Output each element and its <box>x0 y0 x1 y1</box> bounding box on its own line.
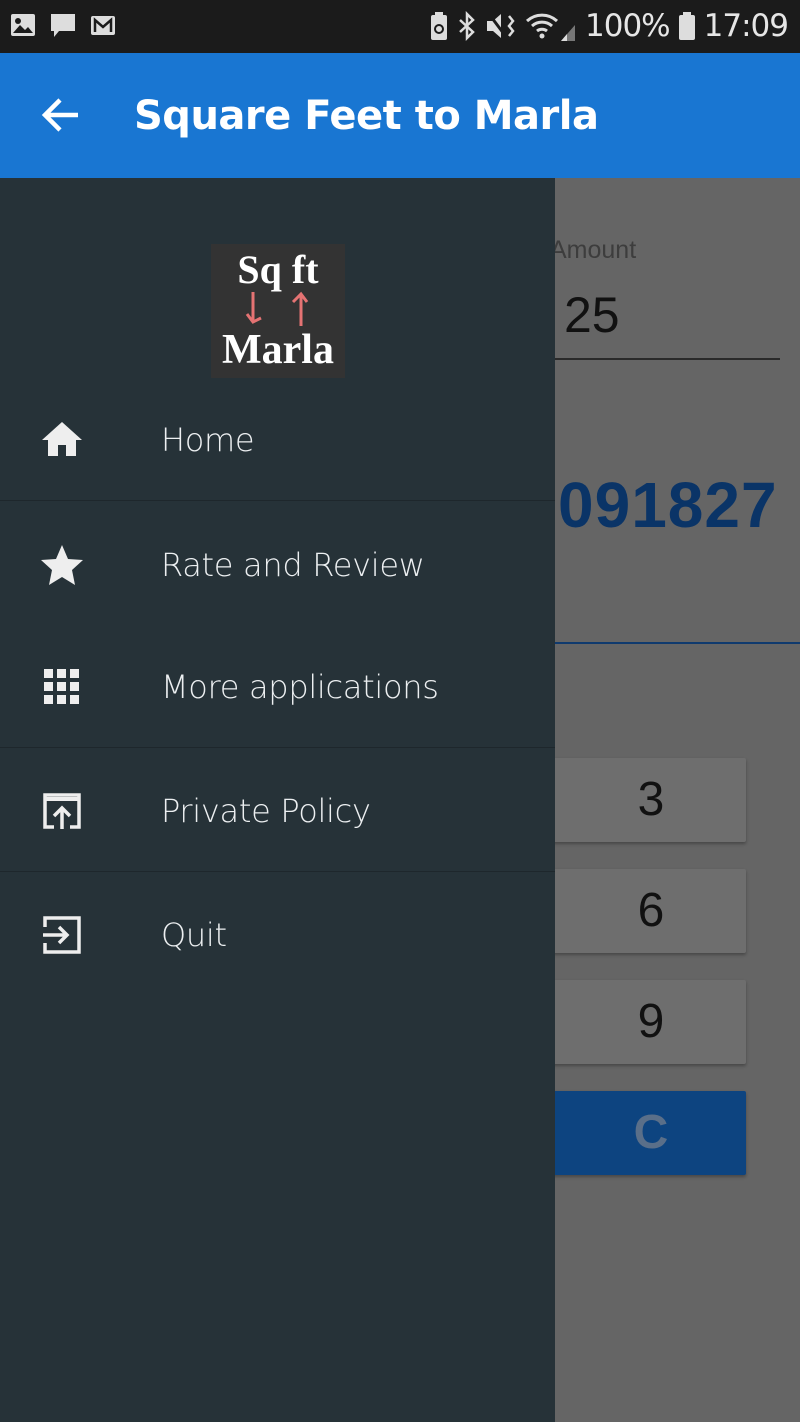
amount-input[interactable]: 25 <box>555 286 780 360</box>
key-3[interactable]: 3 <box>540 758 746 842</box>
image-icon <box>11 14 35 36</box>
drawer-item-private-policy[interactable]: Private Policy <box>0 771 555 851</box>
drawer-item-rate-review[interactable]: Rate and Review <box>0 525 555 605</box>
gmail-icon <box>91 16 115 35</box>
divider <box>0 747 555 748</box>
swap-arrows-icon <box>245 291 309 326</box>
drawer-item-quit[interactable]: Quit <box>0 895 555 975</box>
exit-icon <box>43 916 81 954</box>
divider <box>0 500 555 501</box>
battery-percent: 100% <box>585 8 671 44</box>
navigation-drawer: Sq ft Marla Home Rate and Review More ap… <box>0 178 555 1422</box>
result-value: 091827 <box>558 469 778 541</box>
drawer-item-label: More applications <box>161 668 439 706</box>
wifi-icon <box>525 13 576 41</box>
key-6[interactable]: 6 <box>540 869 746 953</box>
page-title: Square Feet to Marla <box>134 93 599 139</box>
drawer-item-more-apps[interactable]: More applications <box>0 647 555 727</box>
clock: 17:09 <box>703 8 789 44</box>
message-icon <box>51 14 75 37</box>
key-9[interactable]: 9 <box>540 980 746 1064</box>
bluetooth-icon <box>459 11 475 41</box>
apps-grid-icon <box>44 669 79 704</box>
star-icon <box>41 545 83 585</box>
app-logo: Sq ft Marla <box>211 244 345 378</box>
arrow-left-icon[interactable] <box>38 93 82 137</box>
clear-button[interactable]: C <box>540 1091 746 1175</box>
drawer-item-label: Rate and Review <box>161 546 425 584</box>
open-in-browser-icon <box>43 793 81 829</box>
drawer-item-label: Private Policy <box>161 792 371 830</box>
battery-icon <box>678 12 695 40</box>
drawer-item-label: Home <box>161 421 255 459</box>
drawer-item-label: Quit <box>161 916 227 954</box>
amount-label: Amount <box>550 236 637 264</box>
battery-saver-icon <box>431 12 448 40</box>
divider <box>0 871 555 872</box>
app-bar: Square Feet to Marla <box>0 53 800 178</box>
status-bar: 100% 17:09 <box>0 0 800 53</box>
mute-vibrate-icon <box>487 13 515 39</box>
home-icon <box>42 422 82 456</box>
divider <box>555 642 800 644</box>
drawer-item-home[interactable]: Home <box>0 400 555 480</box>
